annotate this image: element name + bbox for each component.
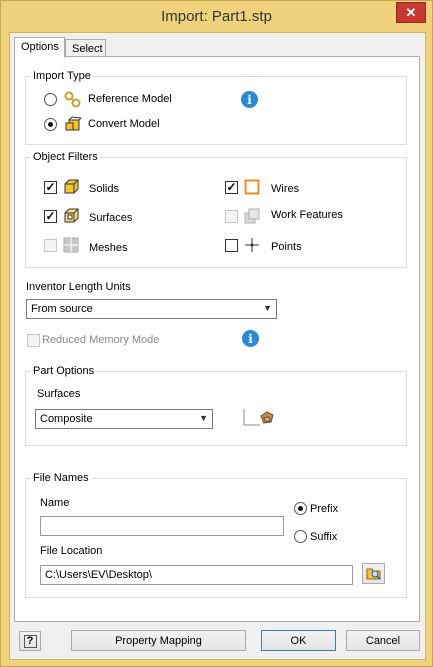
- window-title: Import: Part1.stp: [161, 8, 272, 25]
- part-surfaces-value: Composite: [40, 413, 93, 425]
- ok-label: OK: [290, 634, 307, 647]
- convert-model-icon: [65, 116, 82, 131]
- work-features-checkbox[interactable]: [225, 210, 238, 223]
- info-icon-memory[interactable]: i: [242, 330, 259, 347]
- dialog-client: Options Select Import Type Reference Mod…: [9, 32, 426, 660]
- tab-options-label: Options: [21, 41, 59, 53]
- prefix-radio[interactable]: [294, 502, 307, 515]
- object-filters-title: Object Filters: [31, 151, 100, 163]
- points-icon: [245, 238, 259, 252]
- help-icon: ?: [23, 634, 37, 648]
- tab-select-label: Select: [72, 43, 103, 55]
- suffix-label: Suffix: [310, 531, 338, 543]
- file-location-input[interactable]: C:\Users\EV\Desktop\: [40, 565, 353, 585]
- reference-model-radio[interactable]: [44, 93, 57, 106]
- meshes-checkbox[interactable]: [44, 239, 57, 252]
- convert-model-radio[interactable]: [44, 118, 57, 131]
- cancel-label: Cancel: [365, 634, 401, 647]
- cancel-button[interactable]: Cancel: [346, 630, 420, 651]
- info-icon[interactable]: i: [241, 91, 258, 108]
- prefix-label: Prefix: [310, 503, 339, 515]
- reference-model-icon: [64, 91, 81, 108]
- name-label: Name: [40, 497, 70, 509]
- import-type-title: Import Type: [31, 70, 93, 82]
- reference-model-label: Reference Model: [88, 93, 172, 105]
- reduced-memory-checkbox[interactable]: [27, 334, 40, 347]
- surfaces-label: Surfaces: [89, 212, 133, 224]
- points-label: Points: [271, 241, 302, 253]
- part-surfaces-label: Surfaces: [37, 388, 81, 400]
- wires-checkbox[interactable]: ✓: [225, 181, 238, 194]
- wires-label: Wires: [271, 183, 300, 195]
- property-mapping-label: Property Mapping: [115, 634, 202, 647]
- units-value: From source: [31, 303, 93, 315]
- close-icon: ✕: [405, 4, 417, 20]
- solids-checkbox[interactable]: ✓: [44, 181, 57, 194]
- composite-preview-icon: [243, 409, 274, 426]
- points-checkbox[interactable]: [225, 239, 238, 252]
- property-mapping-button[interactable]: Property Mapping: [71, 630, 246, 651]
- solids-icon: [64, 179, 79, 194]
- part-options-group: Part Options Surfaces Composite ▼: [25, 365, 407, 446]
- options-panel: Import Type Reference Model Convert Mode…: [14, 56, 420, 622]
- title-bar[interactable]: Import: Part1.stp ✕: [1, 1, 432, 32]
- wires-icon: [244, 179, 260, 195]
- suffix-radio[interactable]: [294, 530, 307, 543]
- tab-options[interactable]: Options: [14, 37, 65, 58]
- surfaces-checkbox[interactable]: ✓: [44, 210, 57, 223]
- work-features-label: Work Features: [271, 209, 343, 221]
- meshes-icon: [63, 237, 79, 253]
- work-features-icon: [244, 208, 260, 224]
- name-input[interactable]: [40, 516, 284, 536]
- folder-search-icon: [366, 568, 381, 580]
- solids-label: Solids: [89, 183, 119, 195]
- chevron-down-icon-surfaces: ▼: [199, 413, 208, 423]
- units-label: Inventor Length Units: [26, 281, 131, 293]
- convert-model-label: Convert Model: [88, 118, 160, 130]
- chevron-down-icon: ▼: [263, 303, 272, 313]
- import-type-group: Import Type Reference Model Convert Mode…: [25, 70, 407, 145]
- ok-button[interactable]: OK: [261, 630, 336, 651]
- import-dialog: Import: Part1.stp ✕ Options Select Impor…: [0, 0, 433, 667]
- units-dropdown[interactable]: From source ▼: [26, 299, 277, 319]
- file-names-title: File Names: [31, 472, 91, 484]
- browse-button[interactable]: [362, 563, 385, 584]
- meshes-label: Meshes: [89, 242, 128, 254]
- reduced-memory-label: Reduced Memory Mode: [42, 334, 160, 346]
- file-location-label: File Location: [40, 545, 103, 557]
- surfaces-icon: [64, 208, 79, 223]
- file-names-group: File Names Name Prefix Suffix File Locat…: [25, 472, 407, 598]
- help-button[interactable]: ?: [19, 631, 41, 651]
- part-surfaces-dropdown[interactable]: Composite ▼: [35, 409, 213, 429]
- close-button[interactable]: ✕: [396, 2, 426, 23]
- part-options-title: Part Options: [31, 365, 97, 377]
- object-filters-group: Object Filters ✓ Solids ✓ Surfaces Meshe…: [25, 151, 407, 268]
